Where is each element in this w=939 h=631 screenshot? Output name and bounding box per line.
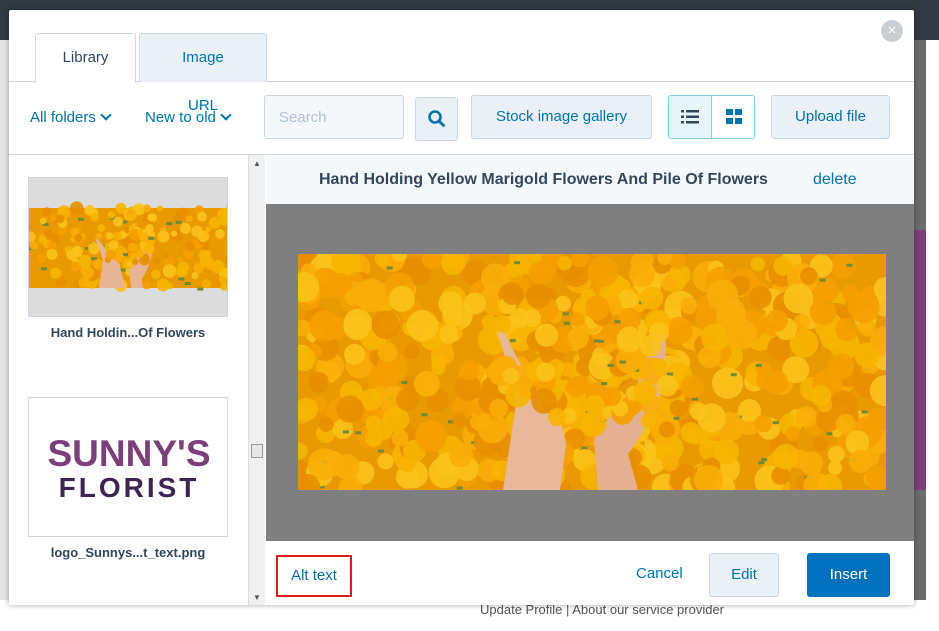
library-item[interactable]: SUNNY'S FLORIST logo_Sunnys...t_text.png	[28, 397, 228, 560]
library-thumbnail	[28, 177, 228, 317]
search-icon	[428, 110, 445, 127]
tab-image-url[interactable]: Image URL	[139, 33, 267, 114]
list-view-button[interactable]	[669, 96, 712, 138]
grid-view-icon	[725, 109, 742, 124]
list-view-icon	[681, 110, 699, 124]
background-left-strip	[0, 40, 9, 600]
folder-filter-label: All folders	[30, 109, 96, 126]
search-button[interactable]	[415, 97, 458, 141]
toolbar: All folders New to old Stock image galle…	[9, 83, 914, 155]
library-scrollbar[interactable]: ▲ ▼	[248, 155, 265, 605]
search-input[interactable]	[264, 95, 404, 139]
folder-filter-dropdown[interactable]: All folders	[30, 109, 112, 126]
background-right-accent	[914, 230, 926, 490]
sort-order-label: New to old	[145, 109, 216, 126]
insert-button[interactable]: Insert	[807, 553, 890, 597]
dialog-tabs: Library Image URL	[9, 10, 914, 114]
svg-text:SUNNY'S: SUNNY'S	[48, 433, 211, 474]
cancel-link[interactable]: Cancel	[636, 565, 683, 582]
library-item[interactable]: Hand Holdin...Of Flowers	[28, 177, 228, 340]
scrollbar-thumb[interactable]	[251, 444, 263, 458]
edit-button[interactable]: Edit	[709, 553, 779, 597]
marigold-preview-image	[298, 254, 886, 490]
chevron-down-icon	[100, 109, 112, 121]
image-picker-dialog: × Library Image URL All folders New to o…	[9, 10, 914, 605]
image-title: Hand Holding Yellow Marigold Flowers And…	[319, 171, 768, 188]
library-list: Hand Holdin...Of Flowers SUNNY'S FLORIST…	[9, 155, 265, 605]
grid-view-button[interactable]	[712, 96, 754, 138]
svg-text:FLORIST: FLORIST	[59, 472, 200, 503]
upload-file-button[interactable]: Upload file	[771, 95, 890, 139]
scroll-up-icon[interactable]: ▲	[253, 159, 261, 168]
image-preview-area	[266, 204, 914, 541]
library-thumbnail: SUNNY'S FLORIST	[28, 397, 228, 537]
scroll-down-icon[interactable]: ▼	[253, 593, 261, 602]
library-item-name: Hand Holdin...Of Flowers	[50, 325, 206, 340]
library-item-name: logo_Sunnys...t_text.png	[50, 545, 206, 560]
image-preview	[298, 254, 886, 490]
alt-text-link[interactable]: Alt text	[276, 555, 352, 597]
dialog-footer: Alt text Cancel Edit Insert	[266, 541, 914, 605]
tab-library[interactable]: Library	[35, 33, 136, 83]
sunnys-florist-logo: SUNNY'S FLORIST	[48, 433, 211, 503]
sort-order-dropdown[interactable]: New to old	[145, 109, 232, 126]
stock-gallery-button[interactable]: Stock image gallery	[471, 95, 652, 139]
chevron-down-icon	[220, 109, 232, 121]
image-detail-header: Hand Holding Yellow Marigold Flowers And…	[266, 156, 914, 204]
view-mode-toggle	[668, 95, 755, 139]
delete-link[interactable]: delete	[813, 171, 857, 189]
marigold-thumbnail-image	[29, 178, 227, 316]
